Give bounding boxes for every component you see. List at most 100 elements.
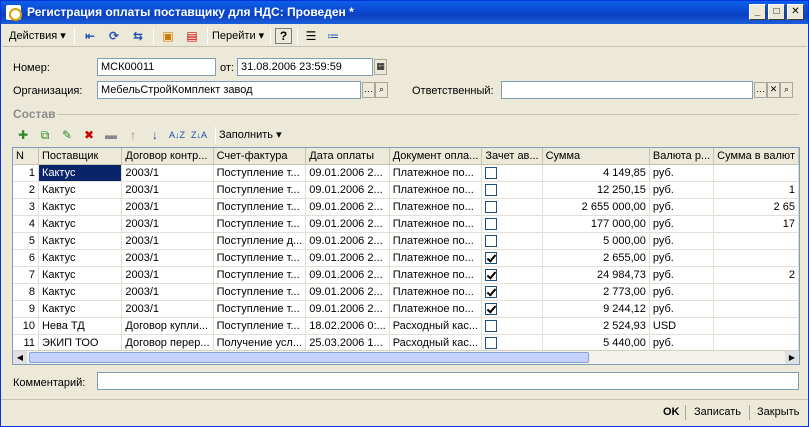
minimize-button[interactable]: _	[749, 4, 766, 20]
column-header[interactable]: Сумма в валют	[713, 148, 799, 165]
table-row[interactable]: 11 ЭКИП ТОО Договор перер... Получение усл.…	[13, 334, 799, 352]
cell-date[interactable]: 09.01.2006 2...	[305, 232, 390, 250]
cell-invoice[interactable]: Поступление т...	[213, 317, 307, 335]
add-row-icon[interactable]: ✚	[13, 126, 33, 144]
cell-n[interactable]: 10	[13, 317, 39, 335]
scrollbar-thumb[interactable]	[29, 352, 589, 363]
cell-invoice[interactable]: Поступление д...	[213, 232, 307, 250]
cell-cur_sum[interactable]	[713, 232, 799, 250]
column-header[interactable]: Договор контр...	[121, 148, 214, 165]
cell-doc[interactable]: Платежное по...	[389, 215, 483, 233]
cell-date[interactable]: 09.01.2006 2...	[305, 266, 390, 284]
offset-checkbox[interactable]	[485, 302, 498, 315]
offset-checkbox[interactable]	[485, 183, 498, 196]
cell-n[interactable]: 9	[13, 300, 39, 318]
cell-date[interactable]: 09.01.2006 2...	[305, 300, 390, 318]
cell-currency[interactable]: руб.	[649, 334, 715, 352]
cell-doc[interactable]: Платежное по...	[389, 249, 483, 267]
save-document-icon[interactable]: ▣	[158, 27, 178, 45]
cell-supplier[interactable]: Кактус	[38, 283, 123, 301]
cell-contract[interactable]: 2003/1	[121, 215, 214, 233]
cell-n[interactable]: 6	[13, 249, 39, 267]
list-settings-icon[interactable]: ≔	[323, 27, 343, 45]
composition-table[interactable]: N Поставщик Договор контр... Счет-фактур…	[12, 147, 800, 365]
cell-cur_sum[interactable]	[713, 334, 799, 352]
cell-invoice[interactable]: Поступление т...	[213, 215, 307, 233]
number-field[interactable]: МСК00011	[97, 58, 216, 76]
cell-supplier[interactable]: Кактус	[38, 181, 123, 199]
cell-contract[interactable]: 2003/1	[121, 164, 214, 182]
calendar-icon[interactable]: ▦	[374, 59, 387, 75]
cell-currency[interactable]: руб.	[649, 181, 715, 199]
cell-date[interactable]: 09.01.2006 2...	[305, 181, 390, 199]
cell-n[interactable]: 1	[13, 164, 39, 182]
table-row[interactable]: 10 Нева ТД Договор купли... Поступление т..…	[13, 317, 799, 335]
table-row[interactable]: 7 Кактус 2003/1 Поступление т... 09.01.2006 …	[13, 266, 799, 284]
offset-checkbox[interactable]	[485, 166, 498, 179]
cell-cur_sum[interactable]: 2 65	[713, 198, 799, 216]
select-ellipsis-icon[interactable]: …	[362, 82, 375, 98]
offset-checkbox-cell[interactable]	[481, 215, 543, 233]
cell-supplier[interactable]: Кактус	[38, 249, 123, 267]
offset-checkbox-cell[interactable]	[481, 300, 543, 318]
cell-doc[interactable]: Платежное по...	[389, 300, 483, 318]
cell-sum[interactable]: 2 655,00	[542, 249, 650, 267]
refresh-document-icon[interactable]: ⟳	[104, 27, 124, 45]
cell-contract[interactable]: 2003/1	[121, 283, 214, 301]
cell-cur_sum[interactable]: 17	[713, 215, 799, 233]
offset-checkbox[interactable]	[485, 217, 498, 230]
cell-n[interactable]: 8	[13, 283, 39, 301]
cell-supplier[interactable]: Кактус	[38, 232, 123, 250]
table-row[interactable]: 2 Кактус 2003/1 Поступление т... 09.01.2006 …	[13, 181, 799, 199]
cell-currency[interactable]: руб.	[649, 164, 715, 182]
horizontal-scrollbar[interactable]: ◀ ▶	[13, 350, 799, 364]
clear-icon[interactable]: ✕	[767, 82, 780, 98]
offset-checkbox-cell[interactable]	[481, 317, 543, 335]
post-document-icon[interactable]: ⇆	[128, 27, 148, 45]
cell-contract[interactable]: Договор перер...	[121, 334, 214, 352]
cell-invoice[interactable]: Поступление т...	[213, 249, 307, 267]
column-header[interactable]: N	[13, 148, 39, 165]
sort-ascending-icon[interactable]: A↓Z	[167, 126, 187, 144]
cell-sum[interactable]: 2 655 000,00	[542, 198, 650, 216]
cell-doc[interactable]: Платежное по...	[389, 198, 483, 216]
cell-sum[interactable]: 2 773,00	[542, 283, 650, 301]
offset-checkbox-cell[interactable]	[481, 249, 543, 267]
cell-n[interactable]: 5	[13, 232, 39, 250]
cell-invoice[interactable]: Поступление т...	[213, 198, 307, 216]
unpost-document-icon[interactable]: ▤	[182, 27, 202, 45]
offset-checkbox[interactable]	[485, 268, 498, 281]
column-header[interactable]: Валюта р...	[649, 148, 715, 165]
cell-cur_sum[interactable]	[713, 283, 799, 301]
date-field[interactable]: 31.08.2006 23:59:59	[237, 58, 373, 76]
offset-checkbox-cell[interactable]	[481, 266, 543, 284]
cell-invoice[interactable]: Поступление т...	[213, 300, 307, 318]
maximize-button[interactable]: □	[768, 4, 785, 20]
column-header[interactable]: Документ опла...	[389, 148, 483, 165]
move-up-icon[interactable]: ↑	[123, 126, 143, 144]
cell-supplier[interactable]: Кактус	[38, 215, 123, 233]
cell-contract[interactable]: 2003/1	[121, 198, 214, 216]
offset-checkbox-cell[interactable]	[481, 334, 543, 352]
cell-invoice[interactable]: Поступление т...	[213, 164, 307, 182]
offset-checkbox[interactable]	[485, 285, 498, 298]
column-header[interactable]: Дата оплаты	[305, 148, 390, 165]
goto-menu[interactable]: Перейти ▾	[212, 27, 264, 45]
table-row[interactable]: 9 Кактус 2003/1 Поступление т... 09.01.2006 …	[13, 300, 799, 318]
cell-sum[interactable]: 5 440,00	[542, 334, 650, 352]
cell-supplier[interactable]: Кактус	[38, 164, 123, 182]
table-row[interactable]: 3 Кактус 2003/1 Поступление т... 09.01.2006 …	[13, 198, 799, 216]
open-lookup-icon[interactable]: ⌕	[780, 82, 793, 98]
table-row[interactable]: 5 Кактус 2003/1 Поступление д... 09.01.2006 …	[13, 232, 799, 250]
cell-contract[interactable]: 2003/1	[121, 249, 214, 267]
end-edit-icon[interactable]: ▬	[101, 126, 121, 144]
actions-menu[interactable]: Действия ▾	[9, 27, 66, 45]
cell-date[interactable]: 09.01.2006 2...	[305, 198, 390, 216]
sort-descending-icon[interactable]: Z↓A	[189, 126, 209, 144]
table-row[interactable]: 6 Кактус 2003/1 Поступление т... 09.01.2006 …	[13, 249, 799, 267]
cell-doc[interactable]: Платежное по...	[389, 283, 483, 301]
cell-date[interactable]: 09.01.2006 2...	[305, 283, 390, 301]
save-button[interactable]: Записать	[694, 406, 741, 418]
offset-checkbox-cell[interactable]	[481, 232, 543, 250]
cell-supplier[interactable]: Кактус	[38, 300, 123, 318]
